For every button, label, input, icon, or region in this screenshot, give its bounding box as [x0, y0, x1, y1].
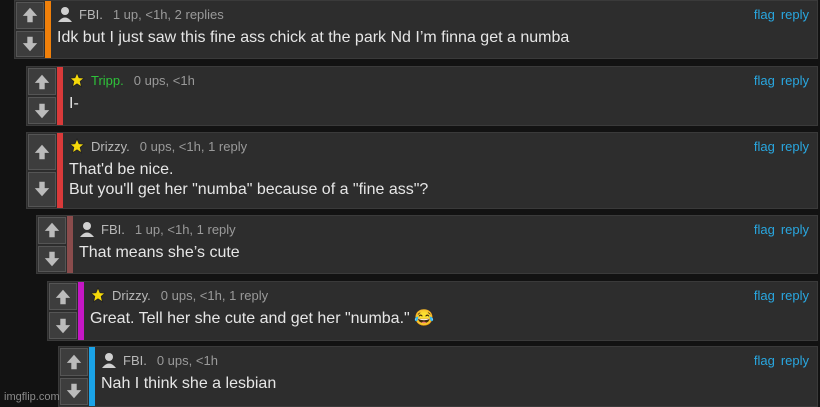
arrow-up-icon: [44, 223, 60, 238]
comment-meta: 0 ups, <1h: [133, 72, 195, 88]
star-icon: [90, 287, 106, 303]
username[interactable]: FBI.: [79, 7, 103, 22]
comment: FBI. 1 up, <1h, 2 replies flag reply Idk …: [14, 0, 818, 59]
comment: Tripp. 0 ups, <1h flag reply I-: [26, 66, 818, 126]
comment: Drizzy. 0 ups, <1h, 1 reply flag reply Gr…: [47, 281, 818, 341]
comment-text: Nah I think she a lesbian: [101, 375, 277, 392]
flag-link[interactable]: flag: [754, 73, 775, 88]
comment-meta: 0 ups, <1h, 1 reply: [160, 287, 269, 303]
comment: FBI. 1 up, <1h, 1 reply flag reply That m…: [36, 215, 818, 274]
reply-link[interactable]: reply: [781, 222, 809, 237]
vote-controls: [59, 347, 89, 406]
comment-meta: 0 ups, <1h: [156, 352, 218, 368]
vote-controls: [27, 133, 57, 208]
downvote-button[interactable]: [28, 97, 56, 124]
watermark: imgflip.com: [4, 391, 60, 403]
comment-text: Idk but I just saw this fine ass chick a…: [57, 29, 570, 46]
downvote-button[interactable]: [38, 245, 66, 272]
comment-text: That'd be nice. But you'll get her "numb…: [69, 161, 429, 198]
upvote-button[interactable]: [28, 68, 56, 95]
comment: Drizzy. 0 ups, <1h, 1 reply flag reply Th…: [26, 132, 818, 209]
downvote-button[interactable]: [60, 377, 88, 405]
flag-link[interactable]: flag: [754, 222, 775, 237]
arrow-down-icon: [44, 251, 60, 266]
flag-link[interactable]: flag: [754, 139, 775, 154]
flag-link[interactable]: flag: [754, 7, 775, 22]
username[interactable]: Drizzy.: [91, 139, 130, 154]
comment-meta: 1 up, <1h, 1 reply: [134, 221, 236, 237]
reply-link[interactable]: reply: [781, 139, 809, 154]
flag-link[interactable]: flag: [754, 353, 775, 368]
downvote-button[interactable]: [28, 171, 56, 207]
username[interactable]: FBI.: [123, 353, 147, 368]
user-icon: [58, 7, 72, 22]
comment-text: I-: [69, 95, 79, 112]
username[interactable]: FBI.: [101, 222, 125, 237]
comment-meta: 0 ups, <1h, 1 reply: [139, 138, 248, 154]
upvote-button[interactable]: [60, 348, 88, 376]
arrow-down-icon: [55, 318, 71, 333]
username[interactable]: Drizzy.: [112, 288, 151, 303]
user-icon: [80, 222, 94, 237]
username[interactable]: Tripp.: [91, 73, 124, 88]
vote-controls: [48, 282, 78, 340]
vote-controls: [37, 216, 67, 273]
arrow-down-icon: [34, 182, 50, 197]
arrow-up-icon: [34, 144, 50, 159]
arrow-up-icon: [66, 354, 82, 369]
arrow-up-icon: [34, 74, 50, 89]
downvote-button[interactable]: [49, 312, 77, 339]
upvote-button[interactable]: [16, 2, 44, 29]
star-icon: [69, 72, 85, 88]
user-icon: [102, 353, 116, 368]
comment-meta: 1 up, <1h, 2 replies: [112, 6, 224, 22]
reply-link[interactable]: reply: [781, 288, 809, 303]
reply-link[interactable]: reply: [781, 353, 809, 368]
comment: FBI. 0 ups, <1h flag reply Nah I think sh…: [58, 346, 818, 407]
upvote-button[interactable]: [28, 134, 56, 170]
arrow-up-icon: [55, 289, 71, 304]
reply-link[interactable]: reply: [781, 73, 809, 88]
arrow-up-icon: [22, 8, 38, 23]
upvote-button[interactable]: [38, 217, 66, 244]
upvote-button[interactable]: [49, 283, 77, 310]
comment-text: Great. Tell her she cute and get her "nu…: [90, 310, 435, 327]
star-icon: [69, 138, 85, 154]
comment-text: That means she’s cute: [79, 244, 240, 261]
arrow-down-icon: [22, 36, 38, 51]
vote-controls: [27, 67, 57, 125]
flag-link[interactable]: flag: [754, 288, 775, 303]
arrow-down-icon: [66, 384, 82, 399]
arrow-down-icon: [34, 103, 50, 118]
reply-link[interactable]: reply: [781, 7, 809, 22]
downvote-button[interactable]: [16, 30, 44, 57]
vote-controls: [15, 1, 45, 58]
